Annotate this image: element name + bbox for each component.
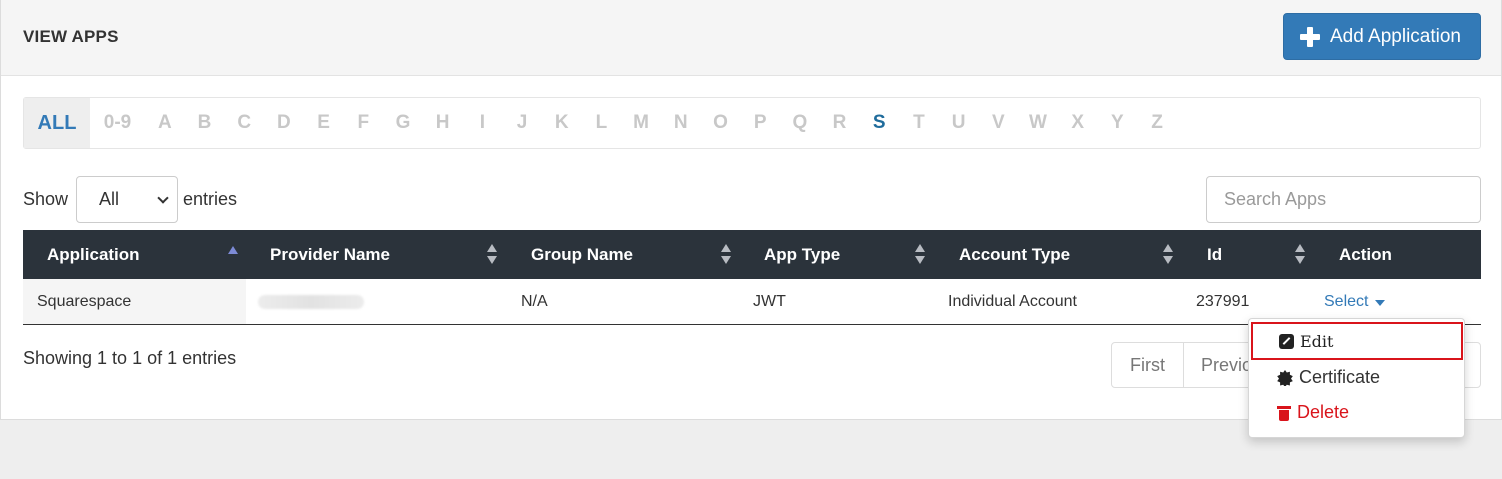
alpha-filter-s[interactable]: S (859, 98, 899, 148)
column-header-account-type[interactable]: Account Type (935, 230, 1183, 279)
alpha-filter-o[interactable]: O (701, 98, 741, 148)
alpha-filter-d[interactable]: D (264, 98, 304, 148)
show-label: Show (23, 189, 69, 209)
column-header-group-name[interactable]: Group Name (507, 230, 740, 279)
alpha-filter-g[interactable]: G (383, 98, 423, 148)
alpha-filter-k[interactable]: K (542, 98, 582, 148)
alpha-filter-z[interactable]: Z (1137, 98, 1177, 148)
cell-provider-name (246, 279, 507, 324)
cell-account-type: Individual Account (948, 292, 1077, 310)
trash-icon (1277, 405, 1291, 421)
column-header-application[interactable]: Application (23, 230, 246, 279)
table-info: Showing 1 to 1 of 1 entries (23, 348, 237, 368)
column-label: Account Type (959, 244, 1071, 264)
entries-select-value: All (99, 189, 120, 209)
column-header-id[interactable]: Id (1183, 230, 1315, 279)
cell-app-type: JWT (753, 292, 786, 310)
entries-select[interactable]: All (76, 176, 178, 223)
alpha-filter-h[interactable]: H (423, 98, 463, 148)
menu-item-edit[interactable]: Edit (1251, 322, 1463, 360)
alpha-filter-m[interactable]: M (621, 98, 661, 148)
redacted-text (258, 294, 364, 309)
action-dropdown-menu: Edit Certificate Delete (1248, 318, 1465, 438)
alpha-filter-i[interactable]: I (463, 98, 503, 148)
alpha-filter-u[interactable]: U (939, 98, 979, 148)
apps-table: Application Provider Name Group Name App… (23, 230, 1481, 325)
add-application-button[interactable]: Add Application (1283, 13, 1481, 60)
alpha-filter-l[interactable]: L (582, 98, 622, 148)
column-label: Application (47, 244, 140, 264)
alpha-filter-0-9[interactable]: 0-9 (90, 98, 145, 148)
sort-icon (1163, 244, 1173, 264)
column-label: Id (1207, 244, 1223, 264)
alpha-filter-all[interactable]: ALL (24, 98, 90, 148)
column-header-provider-name[interactable]: Provider Name (246, 230, 507, 279)
alpha-filter-c[interactable]: C (224, 98, 264, 148)
certificate-icon (1277, 369, 1293, 386)
column-label: Group Name (531, 244, 634, 264)
sort-icon (1295, 244, 1305, 264)
alpha-filter-q[interactable]: Q (780, 98, 820, 148)
plus-icon (1300, 26, 1320, 47)
alpha-filter-v[interactable]: V (978, 98, 1018, 148)
alpha-filter-n[interactable]: N (661, 98, 701, 148)
caret-down-icon (1375, 299, 1386, 306)
search-input[interactable] (1206, 176, 1481, 223)
action-select-toggle[interactable]: Select (1324, 292, 1386, 311)
menu-item-label: Edit (1300, 331, 1334, 351)
table-header: Application Provider Name Group Name App… (23, 230, 1481, 279)
alpha-filter-f[interactable]: F (343, 98, 383, 148)
pager-first-button[interactable]: First (1112, 343, 1184, 387)
column-header-action: Action (1315, 230, 1481, 279)
alpha-filter-e[interactable]: E (304, 98, 344, 148)
cell-group-name: N/A (521, 292, 548, 310)
sort-icon (915, 244, 925, 264)
alpha-filter-a[interactable]: A (145, 98, 185, 148)
alpha-filter-x[interactable]: X (1058, 98, 1098, 148)
alpha-filter-t[interactable]: T (899, 98, 939, 148)
edit-icon (1279, 333, 1294, 349)
sort-icon (721, 244, 731, 264)
chevron-down-icon (157, 192, 169, 204)
menu-item-label: Delete (1297, 402, 1350, 422)
sort-icon (487, 244, 497, 264)
menu-item-certificate[interactable]: Certificate (1277, 367, 1380, 388)
column-label: App Type (764, 244, 841, 264)
alpha-filter-j[interactable]: J (502, 98, 542, 148)
alpha-filter-w[interactable]: W (1018, 98, 1058, 148)
menu-item-label: Certificate (1299, 367, 1381, 387)
alpha-filter-y[interactable]: Y (1098, 98, 1138, 148)
column-label: Provider Name (270, 244, 390, 264)
alpha-filter-p[interactable]: P (740, 98, 780, 148)
column-header-app-type[interactable]: App Type (740, 230, 935, 279)
alpha-filter-b[interactable]: B (185, 98, 225, 148)
action-select-label: Select (1324, 292, 1369, 310)
sort-ascending-icon (228, 246, 238, 254)
add-application-label: Add Application (1330, 25, 1461, 47)
alphabet-filter: ALL 0-9 A B C D E F G H I J K L M N O P Q R S T U V W X Y Z (23, 97, 1481, 149)
panel-header: VIEW APPS Add Application (1, 0, 1501, 76)
menu-item-delete[interactable]: Delete (1277, 402, 1349, 423)
page-title: VIEW APPS (23, 27, 119, 46)
entries-label: entries (183, 189, 238, 209)
column-label: Action (1339, 244, 1392, 264)
cell-application: Squarespace (23, 279, 246, 324)
alpha-filter-r[interactable]: R (820, 98, 860, 148)
